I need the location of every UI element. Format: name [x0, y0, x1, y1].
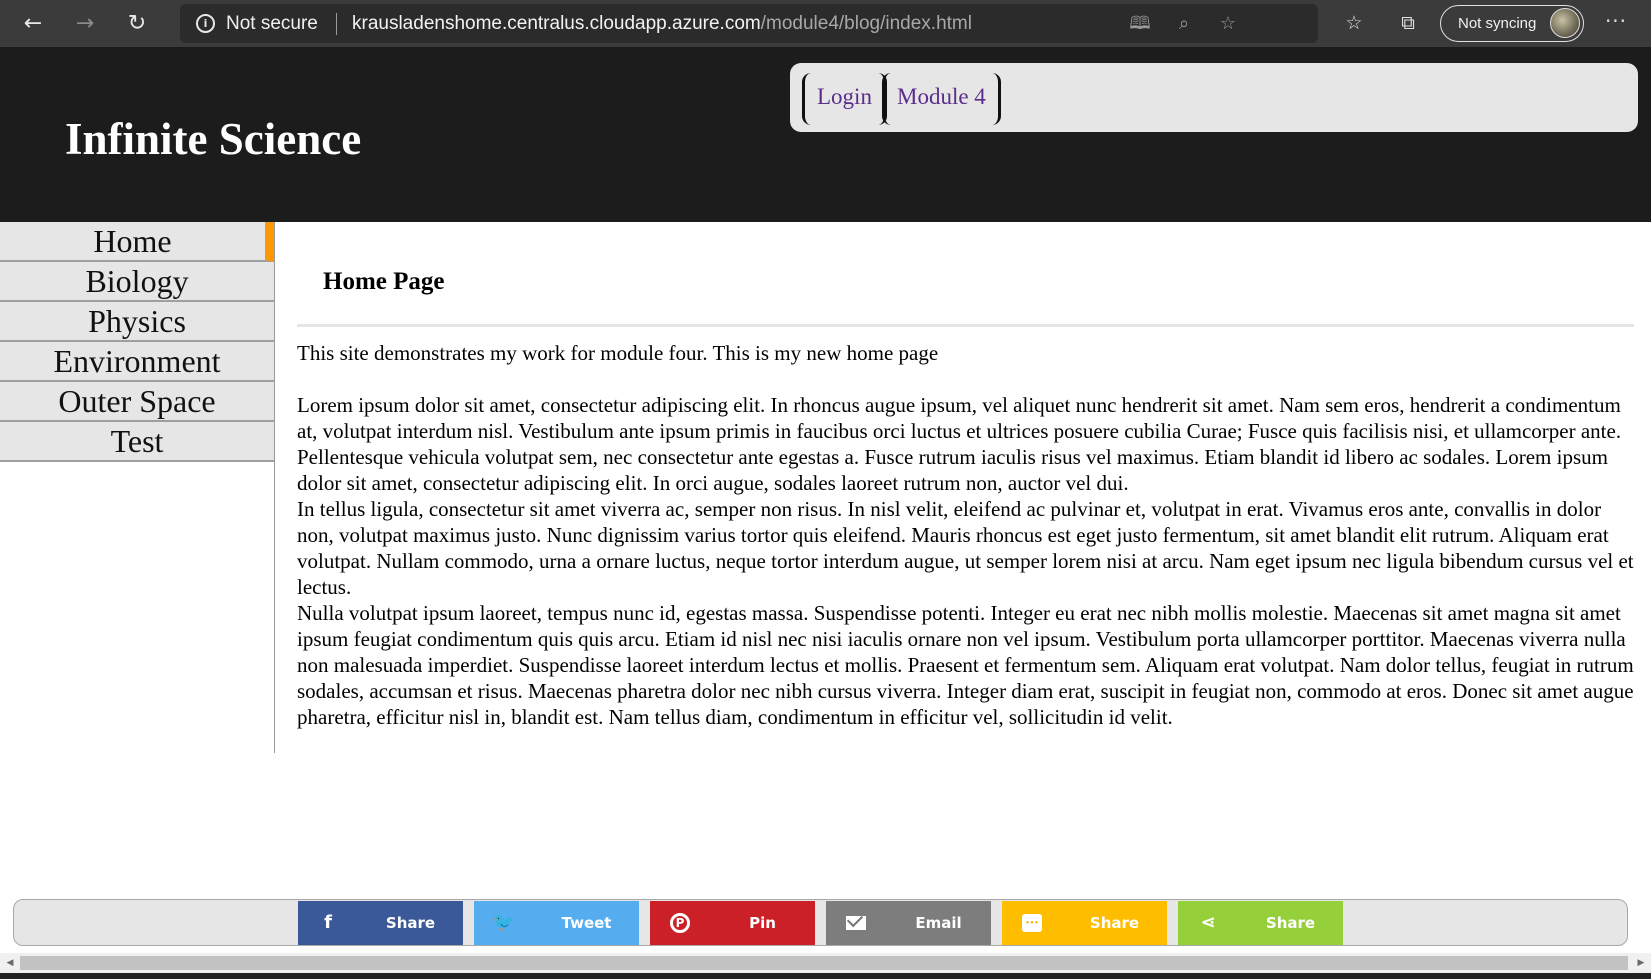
address-bar[interactable]: i Not secure krausladenshome.centralus.c…: [180, 4, 1318, 43]
url-host: krausladenshome.centralus.cloudapp.azure…: [352, 13, 761, 34]
browser-toolbar: ← → ↻ i Not secure krausladenshome.centr…: [0, 0, 1651, 47]
site-header: Infinite Science Login Module 4: [0, 47, 1651, 222]
pinterest-icon: P: [650, 901, 710, 945]
sidebar-item-physics[interactable]: Physics: [0, 302, 274, 342]
favorites-list-icon[interactable]: ☆: [1339, 8, 1369, 38]
facebook-icon: f: [324, 912, 332, 933]
info-icon[interactable]: i: [196, 14, 215, 33]
avatar: [1550, 8, 1580, 38]
refresh-button[interactable]: ↻: [121, 8, 153, 40]
profile-sync-button[interactable]: Not syncing: [1440, 5, 1584, 42]
body-paragraph: Lorem ipsum dolor sit amet, consectetur …: [297, 393, 1622, 495]
read-aloud-icon[interactable]: 🕮: [1127, 11, 1153, 37]
sidebar: Home Biology Physics Environment Outer S…: [0, 222, 275, 753]
scroll-left-icon[interactable]: ◀: [2, 955, 18, 971]
generic-share-button[interactable]: ⋖ Share: [1178, 901, 1343, 945]
share-button-label: Email: [915, 914, 962, 932]
heading-divider: [297, 324, 1634, 327]
top-nav: Login Module 4: [790, 63, 1638, 132]
window-bottom-edge: [0, 973, 1651, 979]
sidebar-item-home[interactable]: Home: [0, 222, 274, 262]
scroll-right-icon[interactable]: ▶: [1633, 955, 1649, 971]
share-button-label: Share: [1265, 914, 1316, 932]
sms-share-button[interactable]: ••• Share: [1002, 901, 1167, 945]
body-paragraph: In tellus ligula, consectetur sit amet v…: [297, 497, 1634, 599]
share-bar: [13, 899, 1628, 946]
favorite-star-icon[interactable]: ☆: [1215, 11, 1241, 37]
zoom-icon[interactable]: ⌕: [1171, 11, 1197, 37]
sidebar-item-biology[interactable]: Biology: [0, 262, 274, 302]
email-share-button[interactable]: Email: [826, 901, 991, 945]
email-icon: [826, 901, 886, 945]
url-path: /module4/blog/index.html: [760, 13, 972, 34]
url-text[interactable]: krausladenshome.centralus.cloudapp.azure…: [352, 13, 972, 35]
share-button-label: Tweet: [561, 914, 612, 932]
scrollbar-thumb[interactable]: [20, 956, 1628, 970]
twitter-share-button[interactable]: 🐦 Tweet: [474, 901, 639, 945]
sms-icon: •••: [1002, 901, 1062, 945]
nav-link-module-4[interactable]: Module 4: [882, 73, 1001, 125]
share-button-label: Pin: [749, 914, 776, 932]
forward-button[interactable]: →: [69, 8, 101, 40]
share-button-label: Share: [1089, 914, 1140, 932]
sync-label: Not syncing: [1458, 15, 1537, 32]
facebook-share-button[interactable]: f Share: [298, 901, 463, 945]
back-button[interactable]: ←: [17, 8, 49, 40]
twitter-icon: 🐦: [492, 912, 516, 933]
nav-link-login[interactable]: Login: [802, 73, 887, 125]
collections-icon[interactable]: ⧉: [1393, 8, 1423, 38]
sidebar-item-outer-space[interactable]: Outer Space: [0, 382, 274, 422]
intro-text: This site demonstrates my work for modul…: [297, 341, 939, 365]
horizontal-scrollbar[interactable]: ◀ ▶: [0, 953, 1651, 973]
security-label[interactable]: Not secure: [226, 13, 318, 35]
site-title: Infinite Science: [65, 114, 362, 164]
address-divider: [336, 13, 337, 35]
pinterest-share-button[interactable]: P Pin: [650, 901, 815, 945]
body-paragraph: Nulla volutpat ipsum laoreet, tempus nun…: [297, 601, 1634, 729]
share-button-label: Share: [385, 914, 436, 932]
sidebar-item-test[interactable]: Test: [0, 422, 274, 462]
more-menu-button[interactable]: ···: [1600, 8, 1632, 38]
share-icon: ⋖: [1200, 912, 1216, 933]
page-title: Home Page: [323, 268, 445, 295]
sidebar-item-environment[interactable]: Environment: [0, 342, 274, 382]
